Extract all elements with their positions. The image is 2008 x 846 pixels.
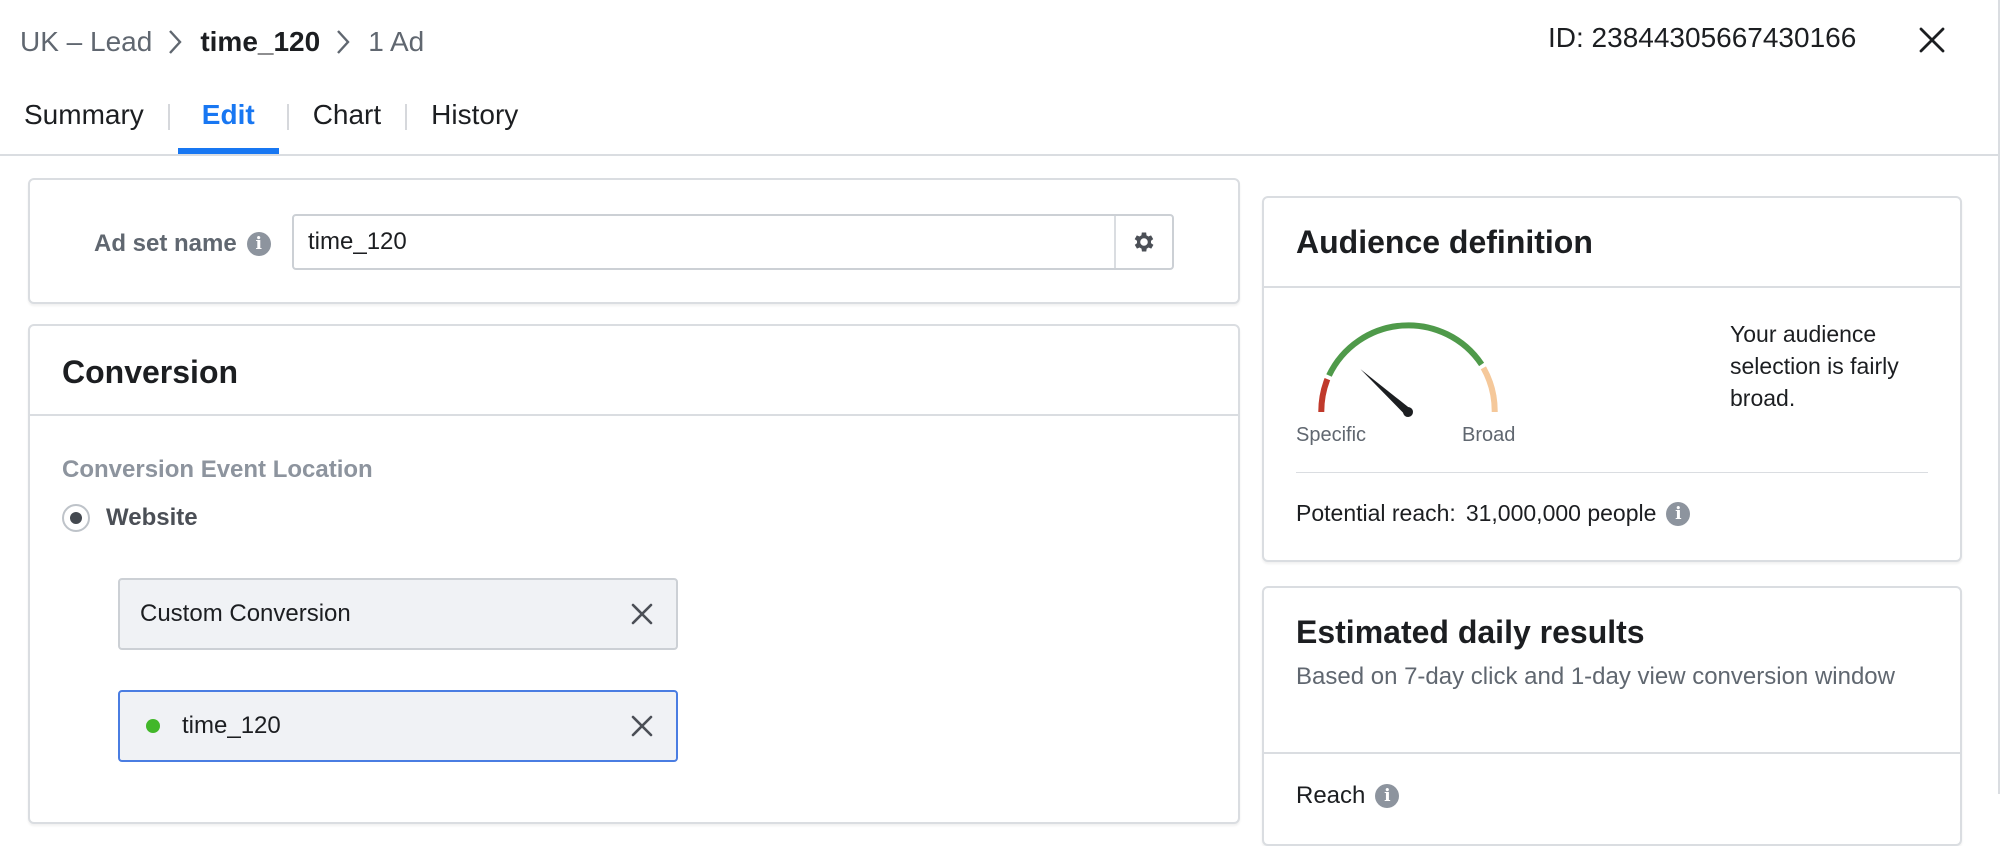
potential-reach-value: 31,000,000 people (1465, 500, 1657, 526)
gauge-segment-broad (1480, 366, 1498, 413)
breadcrumb: UK – Lead time_120 1 Ad (20, 24, 424, 60)
tab-history[interactable]: History (407, 86, 542, 154)
potential-reach-label: Potential reach: (1296, 500, 1456, 526)
chevron-right-icon (336, 29, 350, 55)
tab-bar: Summary Edit Chart History (0, 86, 542, 154)
audience-gauge (1294, 308, 1504, 418)
chip-label: time_120 (182, 712, 281, 739)
website-radio-option[interactable]: Website (62, 504, 198, 532)
gauge-segment-specific (1318, 378, 1331, 413)
estimated-title: Estimated daily results (1296, 614, 1645, 650)
estimated-subtitle: Based on 7-day click and 1-day view conv… (1296, 663, 1895, 690)
reach-label: Reach (1296, 782, 1366, 809)
tab-edit[interactable]: Edit (177, 86, 279, 154)
remove-chip-button[interactable] (628, 712, 656, 740)
chip-label: Custom Conversion (140, 600, 351, 627)
remove-chip-button[interactable] (628, 600, 656, 628)
estimated-daily-results-card: Estimated daily results Based on 7-day c… (1262, 586, 1962, 846)
conversion-card: Conversion Conversion Event Location Web… (28, 324, 1240, 824)
potential-reach-row: Potential reach: 31,000,000 people i (1296, 500, 1691, 527)
audience-definition-card: Audience definition Specific Broad Your … (1262, 196, 1962, 562)
info-icon[interactable]: i (246, 232, 271, 256)
breadcrumb-adset[interactable]: time_120 (200, 26, 320, 58)
close-icon (631, 603, 653, 625)
breadcrumb-ads[interactable]: 1 Ad (368, 26, 424, 58)
tab-summary[interactable]: Summary (0, 86, 168, 154)
audience-title: Audience definition (1296, 224, 1593, 260)
object-id: ID: 23844305667430166 (1548, 22, 1857, 53)
card-divider (1264, 752, 1960, 754)
radio-button[interactable] (62, 504, 90, 532)
conversion-title: Conversion (62, 354, 239, 390)
breadcrumb-campaign[interactable]: UK – Lead (20, 26, 152, 58)
gauge-needle (1360, 369, 1413, 417)
header-divider (0, 154, 1998, 156)
gauge-label-broad: Broad (1462, 424, 1516, 446)
tab-divider (167, 104, 170, 130)
adset-name-label-row: Ad set name i (94, 230, 271, 258)
info-icon[interactable]: i (1375, 784, 1400, 808)
info-icon[interactable]: i (1666, 501, 1691, 526)
card-divider (30, 414, 1238, 416)
radio-label: Website (106, 504, 198, 531)
adset-name-field (292, 214, 1174, 270)
reach-row: Reach i (1296, 782, 1400, 810)
close-icon (631, 715, 653, 737)
gear-icon (1134, 232, 1154, 252)
adset-name-input[interactable] (294, 216, 1114, 268)
gauge-label-specific: Specific (1296, 424, 1367, 446)
status-dot-icon (146, 719, 160, 733)
conversion-event-chip[interactable]: time_120 (118, 690, 678, 762)
close-button[interactable] (1912, 20, 1952, 60)
divider (1296, 472, 1928, 473)
audience-description: Your audience selection is fairly broad. (1730, 321, 1899, 411)
adset-name-card: Ad set name i (28, 178, 1240, 304)
adset-detail-panel: UK – Lead time_120 1 Ad ID: 238443056674… (0, 0, 2000, 846)
tab-chart[interactable]: Chart (289, 86, 405, 154)
gauge-segment-middle (1326, 322, 1485, 377)
settings-button[interactable] (1114, 216, 1172, 268)
conversion-location-label: Conversion Event Location (62, 456, 373, 483)
card-divider (1264, 286, 1960, 288)
custom-conversion-chip[interactable]: Custom Conversion (118, 578, 678, 650)
adset-name-label: Ad set name (94, 230, 237, 257)
chevron-right-icon (168, 29, 182, 55)
close-icon (1919, 27, 1945, 53)
